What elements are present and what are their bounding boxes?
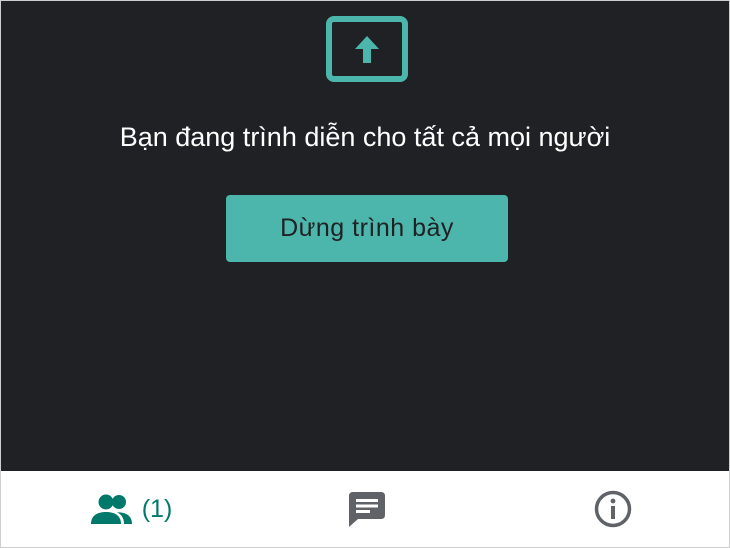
- tab-info[interactable]: [573, 471, 653, 547]
- tab-people[interactable]: (1): [71, 471, 191, 547]
- info-icon: [594, 490, 632, 528]
- stop-presenting-button[interactable]: Dừng trình bày: [226, 195, 508, 262]
- meet-presenting-screen: Bạn đang trình diễn cho tất cả mọi người…: [0, 0, 730, 548]
- presenting-status-text: Bạn đang trình diễn cho tất cả mọi người: [119, 122, 611, 152]
- chat-icon: [349, 492, 385, 527]
- bottom-tab-bar: (1): [1, 471, 729, 547]
- tab-chat[interactable]: [327, 471, 407, 547]
- participant-count: (1): [141, 495, 173, 523]
- people-icon: [90, 494, 132, 524]
- present-to-all-icon: [326, 16, 408, 82]
- presentation-panel: Bạn đang trình diễn cho tất cả mọi người…: [1, 1, 729, 471]
